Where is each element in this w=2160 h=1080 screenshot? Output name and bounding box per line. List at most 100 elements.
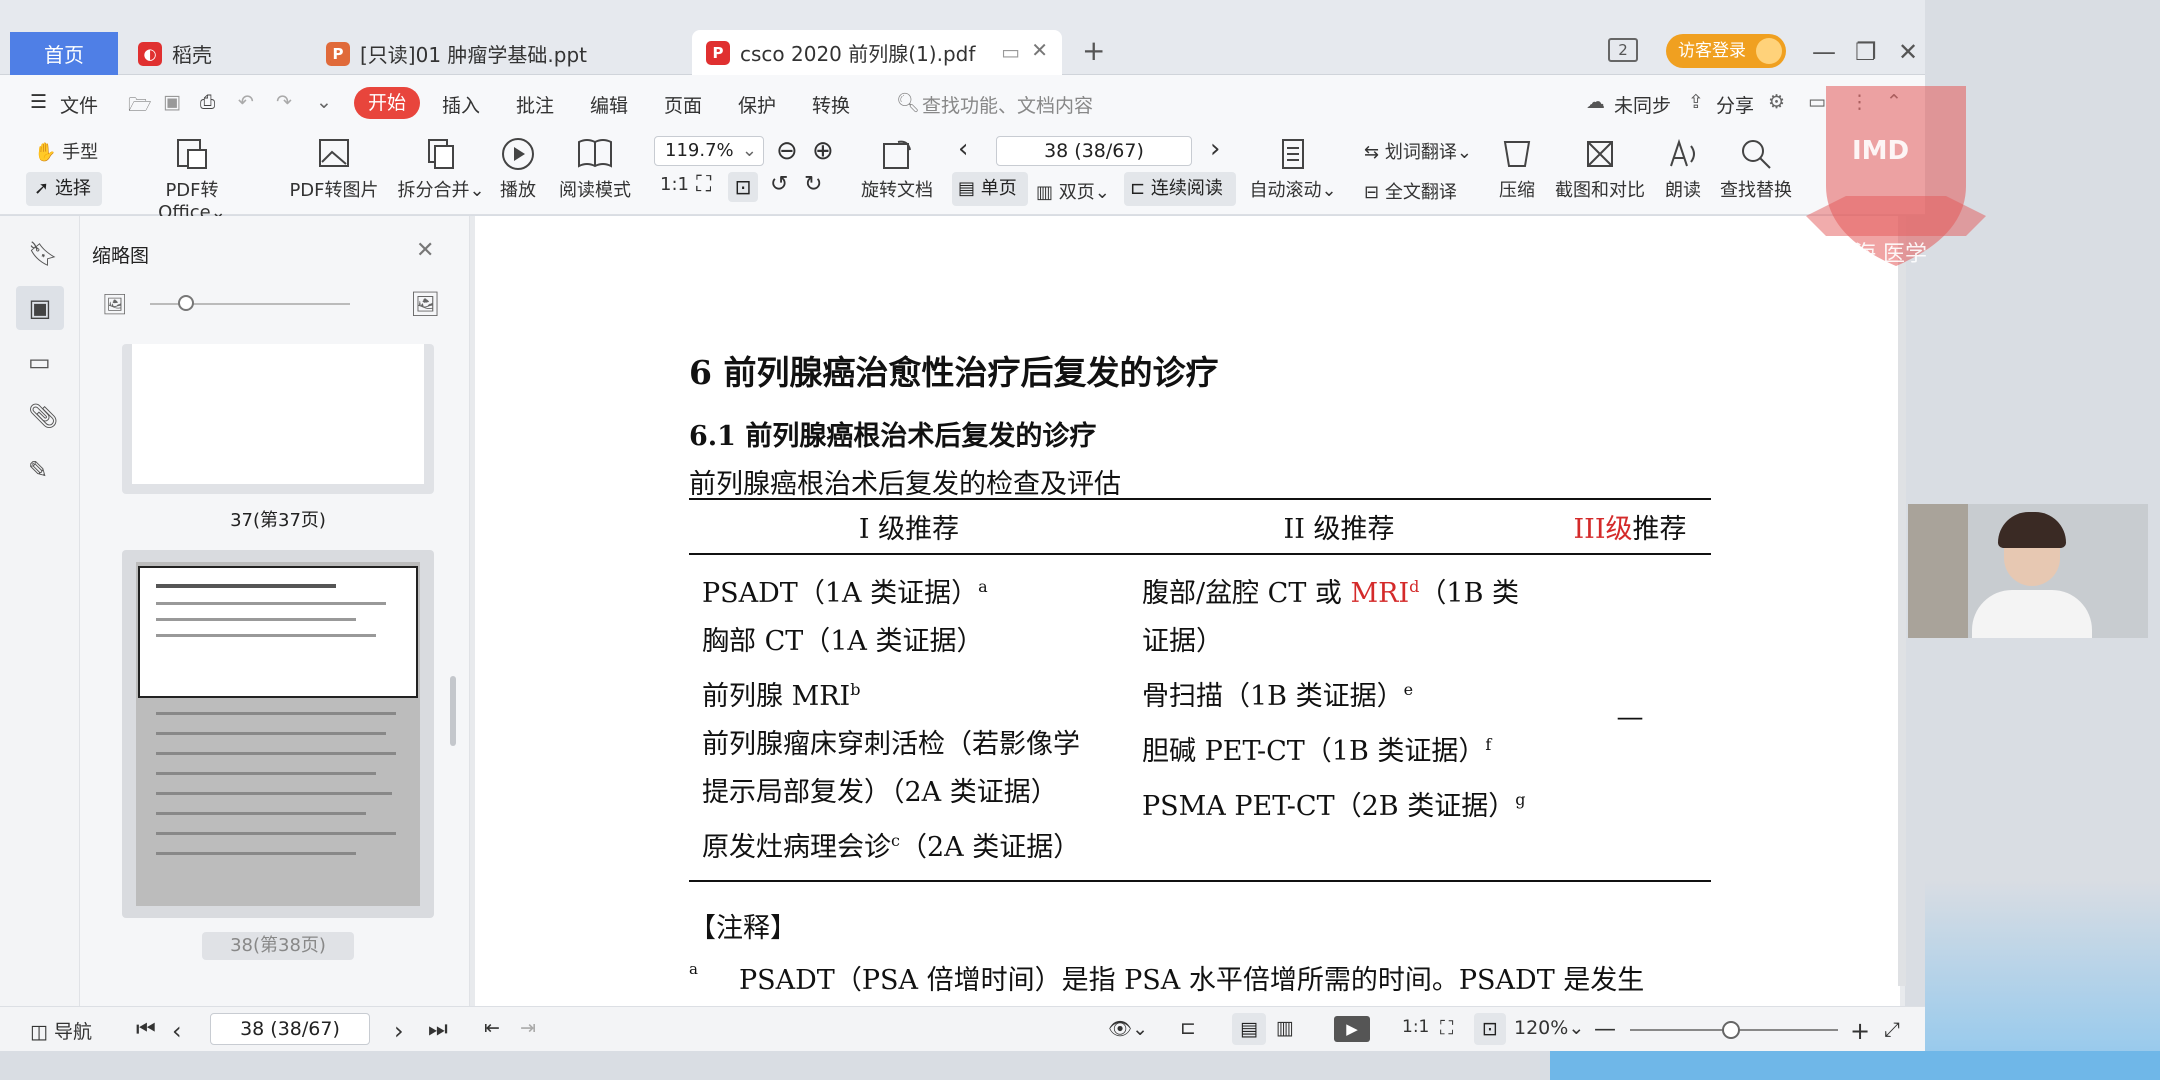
prev-page-icon[interactable]: ‹ (958, 134, 968, 164)
zoom-select[interactable]: 119.7% ⌄ (654, 136, 764, 166)
thumbnail-icon[interactable]: ▣ (16, 286, 64, 330)
zoom-in-icon[interactable]: + (1850, 1017, 1870, 1045)
menu-file[interactable]: 文件 (60, 91, 98, 118)
first-page-icon[interactable]: ⏮ (136, 1017, 156, 1042)
zoom-slider-handle[interactable] (1722, 1021, 1740, 1039)
menu-edit[interactable]: 编辑 (590, 91, 628, 118)
thumbnail-37[interactable] (122, 344, 434, 494)
prev-page-icon[interactable]: ‹ (172, 1017, 182, 1045)
zoom-level[interactable]: 120%⌄ (1514, 1017, 1584, 1039)
close-icon[interactable]: ✕ (416, 238, 434, 263)
fit-width-icon[interactable]: ⊡ (1474, 1013, 1506, 1045)
rotate-right-icon[interactable]: ↻ (804, 172, 822, 197)
print-icon[interactable]: ⎙ (200, 91, 215, 113)
word-translate-button[interactable]: ⇆ 划词翻译⌄ (1364, 138, 1472, 164)
signature-icon[interactable]: ✎ (28, 456, 54, 484)
fit-page-icon[interactable]: ⛶ (696, 172, 711, 197)
last-page-icon[interactable]: ⏭ (428, 1017, 448, 1042)
close-window-icon[interactable]: ✕ (1898, 38, 1918, 66)
read-aloud-button[interactable]: 朗读 (1660, 136, 1706, 202)
thumbnail-38[interactable] (122, 550, 434, 918)
tab-pdf[interactable]: P csco 2020 前列腺(1).pdf ▭ ✕ (692, 30, 1062, 75)
zoom-value: 119.7% (665, 140, 734, 161)
single-page-button[interactable]: ▤ 单页 (952, 172, 1028, 206)
zoom-in-icon[interactable]: ⊕ (812, 136, 834, 166)
compress-button[interactable]: 压缩 (1492, 136, 1542, 202)
play-icon[interactable]: ▶ (1334, 1016, 1370, 1042)
double-page-button[interactable]: ▥ 双页⌄ (1036, 178, 1110, 204)
undo-icon[interactable]: ↶ (238, 91, 254, 113)
restore-icon[interactable]: ❐ (1855, 38, 1877, 66)
thumb-text-line (156, 832, 396, 835)
menu-convert[interactable]: 转换 (812, 91, 850, 118)
menu-page[interactable]: 页面 (664, 91, 702, 118)
window-count-badge[interactable]: 2 (1608, 38, 1638, 62)
watermark-text: IMD (1852, 136, 1910, 166)
status-page-input[interactable]: 38 (38/67) (210, 1013, 370, 1045)
find-replace-button[interactable]: 查找替换 (1716, 136, 1796, 202)
full-translate-button[interactable]: ⊟ 全文翻译 (1364, 178, 1457, 204)
sync-status[interactable]: 未同步 (1614, 91, 1671, 118)
continuous-read-button[interactable]: ⊏ 连续阅读 (1124, 172, 1236, 206)
thumbnail-scrollbar[interactable] (450, 676, 456, 746)
tab-daoke[interactable]: ◐ 稻壳 (138, 32, 212, 75)
eye-icon[interactable]: 👁︎⌄ (1108, 1017, 1148, 1040)
chevron-down-icon[interactable]: ⌄ (316, 91, 332, 113)
zoom-out-icon[interactable]: ⊖ (776, 136, 798, 166)
gear-icon[interactable]: ⚙ (1768, 91, 1785, 113)
menu-protect[interactable]: 保护 (738, 91, 776, 118)
screenshot-compare-button[interactable]: 截图和对比 (1554, 136, 1646, 202)
large-image-icon[interactable]: 🖼︎ (410, 290, 440, 318)
redo-icon[interactable]: ↷ (276, 91, 292, 113)
open-icon[interactable]: 🗁 (128, 91, 152, 123)
cloud-icon: ☁ (1586, 91, 1605, 113)
attachment-icon[interactable]: 📎︎ (28, 402, 58, 430)
next-page-icon[interactable]: › (394, 1017, 404, 1045)
status-bar: ◫ 导航 ⏮ ‹ 38 (38/67) › ⏭ ⇤ ⇥ 👁︎⌄ ⊏ ▤ ▥ ▶ … (0, 1006, 1925, 1051)
double-page-mode-icon[interactable]: ▥ (1276, 1017, 1294, 1039)
auto-scroll-button[interactable]: 自动滚动⌄ (1248, 136, 1338, 202)
hamburger-icon[interactable]: ☰ (30, 91, 47, 113)
menu-start[interactable]: 开始 (354, 87, 420, 119)
login-button[interactable]: 访客登录 (1666, 34, 1786, 68)
play-button[interactable]: 播放 (496, 136, 540, 202)
tab-home[interactable]: 首页 (10, 32, 118, 75)
fullscreen-icon[interactable]: ⤢ (1884, 1017, 1900, 1041)
actual-size-icon[interactable]: 1:1 (1402, 1017, 1429, 1037)
single-page-mode-icon[interactable]: ▤ (1232, 1013, 1266, 1045)
continuous-mode-icon[interactable]: ⊏ (1180, 1017, 1196, 1039)
select-tool[interactable]: ➚ 选择 (26, 172, 102, 206)
tab-ppt[interactable]: P [只读]01 肿瘤学基础.ppt (326, 32, 587, 75)
hand-tool[interactable]: ✋ 手型 (34, 138, 98, 164)
slider-handle[interactable] (178, 295, 194, 311)
actual-size-icon[interactable]: 1:1 (660, 174, 689, 195)
menu-insert[interactable]: 插入 (442, 91, 480, 118)
bookmark-icon[interactable]: 🔖︎ (28, 240, 58, 268)
comment-icon[interactable]: ▭ (28, 348, 54, 376)
zoom-out-icon[interactable]: — (1594, 1017, 1616, 1042)
pdf-to-office-button[interactable]: PDF转Office⌄ (132, 136, 252, 223)
nav-toggle[interactable]: ◫ 导航 (30, 1017, 92, 1044)
close-tab-icon[interactable]: ✕ (1031, 38, 1048, 62)
document-scrollbar[interactable] (1898, 216, 1906, 986)
page-number-input[interactable]: 38 (38/67) (996, 136, 1192, 166)
read-mode-button[interactable]: 阅读模式 (556, 136, 634, 202)
pdf-to-image-button[interactable]: PDF转图片 (272, 136, 396, 202)
search-input[interactable]: 查找功能、文档内容 (922, 91, 1093, 118)
small-image-icon[interactable]: 🖼︎ (102, 292, 127, 316)
new-tab-button[interactable]: + (1082, 34, 1105, 67)
minimize-icon[interactable]: — (1812, 38, 1836, 66)
rotate-left-icon[interactable]: ↺ (770, 172, 788, 197)
forward-icon[interactable]: ⇥ (520, 1017, 536, 1039)
menu-annotate[interactable]: 批注 (516, 91, 554, 118)
fit-width-icon[interactable]: ⊡ (728, 172, 758, 202)
back-icon[interactable]: ⇤ (484, 1017, 500, 1039)
save-icon[interactable]: ▣ (163, 91, 181, 113)
share-button[interactable]: 分享 (1716, 91, 1754, 118)
fit-page-icon[interactable]: ⛶ (1440, 1017, 1453, 1039)
next-page-icon[interactable]: › (1210, 134, 1220, 164)
split-merge-button[interactable]: 拆分合并⌄ (386, 136, 496, 202)
rotate-doc-button[interactable]: 旋转文档 (852, 136, 942, 202)
col2-cell: 腹部/盆腔 CT 或 MRId（1B 类 证据） 骨扫描（1B 类证据）e 胆碱… (1129, 554, 1549, 882)
float-window-icon[interactable]: ▭ (1001, 40, 1020, 64)
